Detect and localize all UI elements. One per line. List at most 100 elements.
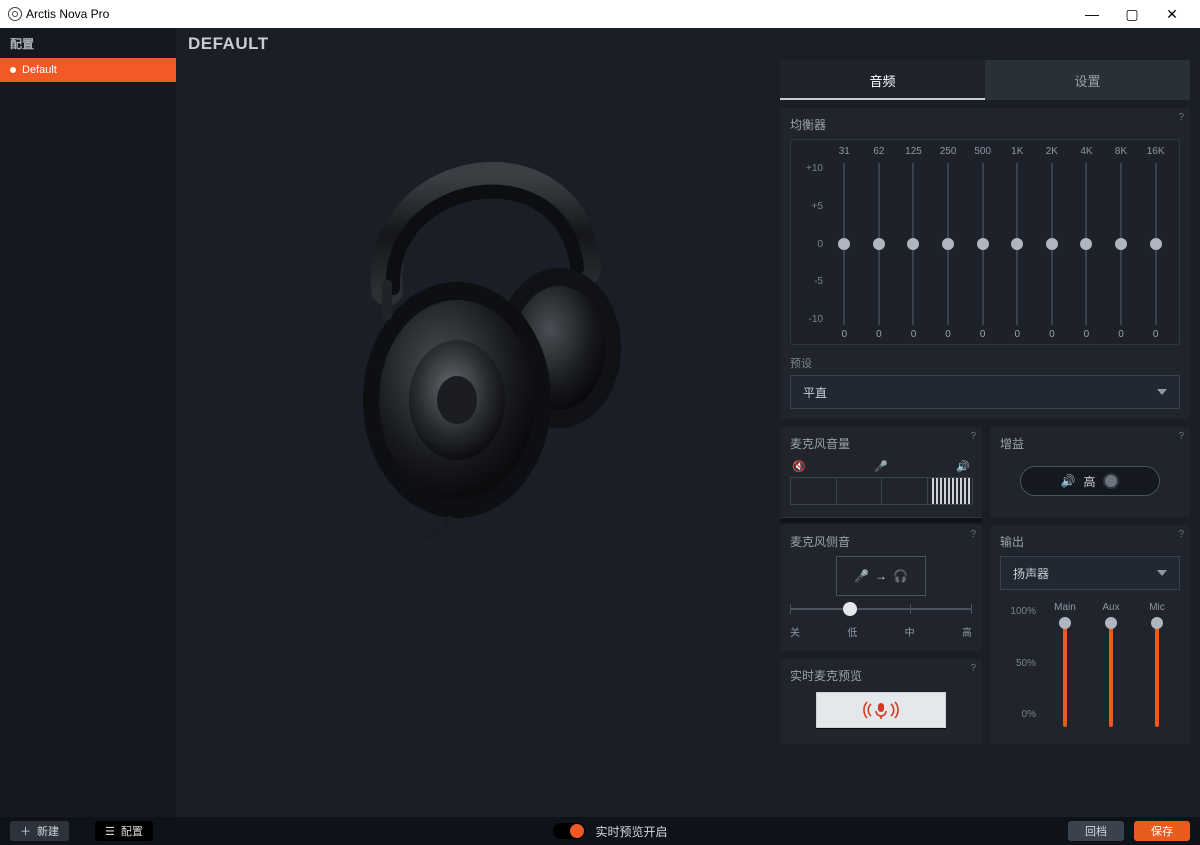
mute-icon: 🔇: [792, 460, 806, 473]
sidetone-card: 麦克风侧音 ? 🎤 → 🎧: [780, 525, 982, 651]
eq-band-label: 1K: [1000, 146, 1035, 157]
sidebar: 配置 Default: [0, 28, 176, 817]
eq-slider[interactable]: [896, 159, 931, 329]
toggle-knob-icon: [1103, 473, 1119, 489]
eq-value: 0: [1035, 329, 1070, 340]
app-logo-icon: [8, 7, 22, 21]
help-icon[interactable]: ?: [1178, 112, 1184, 123]
chevron-down-icon: [1157, 570, 1167, 576]
scale-0: 0%: [1000, 709, 1036, 720]
eq-slider[interactable]: [965, 159, 1000, 329]
equalizer-card: 均衡器 ? 31621252505001K2K4K8K16K +10+50-5-…: [780, 108, 1190, 419]
help-icon[interactable]: ?: [1178, 529, 1184, 540]
gain-title: 增益: [1000, 435, 1180, 452]
volume-icon: 🔊: [956, 460, 970, 473]
active-dot-icon: [10, 67, 16, 73]
mix-aux-label: Aux: [1091, 602, 1131, 613]
output-card: 输出 ? 扬声器 100% 50% 0%: [990, 525, 1190, 744]
headphone-icon: 🎧: [893, 569, 908, 583]
live-preview-toggle[interactable]: [553, 823, 585, 839]
mic-icon: 🎤: [874, 460, 888, 473]
eq-value: 0: [862, 329, 897, 340]
close-button[interactable]: ✕: [1152, 0, 1192, 28]
mic-volume-title: 麦克风音量: [790, 435, 972, 452]
mix-mic-label: Mic: [1137, 602, 1177, 613]
eq-slider[interactable]: [931, 159, 966, 329]
mark-off: 关: [790, 624, 800, 639]
maximize-button[interactable]: ▢: [1112, 0, 1152, 28]
chevron-down-icon: [1157, 389, 1167, 395]
output-select[interactable]: 扬声器: [1000, 556, 1180, 590]
preset-value: 平直: [803, 384, 827, 401]
mark-mid: 中: [905, 624, 915, 639]
eq-value: 0: [931, 329, 966, 340]
mic-volume-slider[interactable]: [790, 477, 972, 505]
eq-value: 0: [896, 329, 931, 340]
live-mic-button[interactable]: [816, 692, 946, 728]
help-icon[interactable]: ?: [970, 431, 976, 442]
list-icon: ☰: [105, 825, 115, 838]
help-icon[interactable]: ?: [970, 529, 976, 540]
eq-slider[interactable]: [1000, 159, 1035, 329]
eq-slider[interactable]: [1035, 159, 1070, 329]
mix-main-label: Main: [1045, 602, 1085, 613]
eq-value: 0: [965, 329, 1000, 340]
sidetone-slider[interactable]: [790, 602, 972, 624]
sidetone-indicator: 🎤 → 🎧: [836, 556, 926, 596]
sidebar-header: 配置: [0, 28, 176, 58]
sidebar-item-default[interactable]: Default: [0, 58, 176, 82]
config-list-button[interactable]: ☰ 配置: [95, 821, 153, 841]
save-button[interactable]: 保存: [1134, 821, 1190, 841]
eq-slider[interactable]: [1138, 159, 1173, 329]
help-icon[interactable]: ?: [970, 663, 976, 674]
eq-band-label: 31: [827, 146, 862, 157]
gain-toggle[interactable]: 🔊 高: [1020, 466, 1160, 496]
eq-slider[interactable]: [1104, 159, 1139, 329]
help-icon[interactable]: ?: [1178, 431, 1184, 442]
page-title: DEFAULT: [176, 28, 1200, 60]
eq-band-label: 500: [965, 146, 1000, 157]
preset-select[interactable]: 平直: [790, 375, 1180, 409]
eq-scale-tick: +10: [801, 163, 823, 174]
mark-low: 低: [847, 624, 857, 639]
eq-band-label: 8K: [1104, 146, 1139, 157]
eq-band-label: 125: [896, 146, 931, 157]
bottom-bar: ＋ 新建 ☰ 配置 实时预览开启 回档 保存: [0, 817, 1200, 845]
eq-scale-tick: -5: [801, 276, 823, 287]
output-title: 输出: [1000, 533, 1180, 550]
output-value: 扬声器: [1013, 565, 1049, 582]
eq-slider[interactable]: [1069, 159, 1104, 329]
gain-card: 增益 ? 🔊 高: [990, 427, 1190, 517]
mic-volume-card: 麦克风音量 ? 🔇 🎤 🔊: [780, 427, 982, 517]
mix-mic-slider[interactable]: [1137, 617, 1177, 727]
eq-slider[interactable]: [827, 159, 862, 329]
gain-value: 高: [1083, 473, 1095, 490]
sidetone-title: 麦克风侧音: [790, 533, 972, 550]
titlebar: Arctis Nova Pro — ▢ ✕: [0, 0, 1200, 28]
revert-button[interactable]: 回档: [1068, 821, 1124, 841]
eq-value: 0: [1000, 329, 1035, 340]
tab-settings[interactable]: 设置: [985, 60, 1190, 100]
mix-main-slider[interactable]: [1045, 617, 1085, 727]
new-config-button[interactable]: ＋ 新建: [10, 821, 69, 841]
equalizer-title: 均衡器: [790, 116, 1180, 133]
minimize-button[interactable]: —: [1072, 0, 1112, 28]
mix-aux-slider[interactable]: [1091, 617, 1131, 727]
eq-scale-tick: +5: [801, 201, 823, 212]
preset-label: 预设: [790, 355, 1180, 371]
tab-audio[interactable]: 音频: [780, 60, 985, 100]
mark-high: 高: [962, 624, 972, 639]
eq-scale-tick: -10: [801, 314, 823, 325]
scale-50: 50%: [1000, 658, 1036, 669]
eq-value: 0: [827, 329, 862, 340]
eq-value: 0: [1138, 329, 1173, 340]
sidebar-item-label: Default: [22, 64, 57, 76]
device-preview: [186, 60, 768, 809]
eq-slider[interactable]: [862, 159, 897, 329]
eq-band-label: 250: [931, 146, 966, 157]
eq-band-label: 4K: [1069, 146, 1104, 157]
mic-broadcast-icon: [861, 699, 901, 721]
live-mic-card: 实时麦克预览 ?: [780, 659, 982, 744]
speaker-icon: 🔊: [1061, 474, 1076, 488]
window-title: Arctis Nova Pro: [26, 7, 109, 21]
